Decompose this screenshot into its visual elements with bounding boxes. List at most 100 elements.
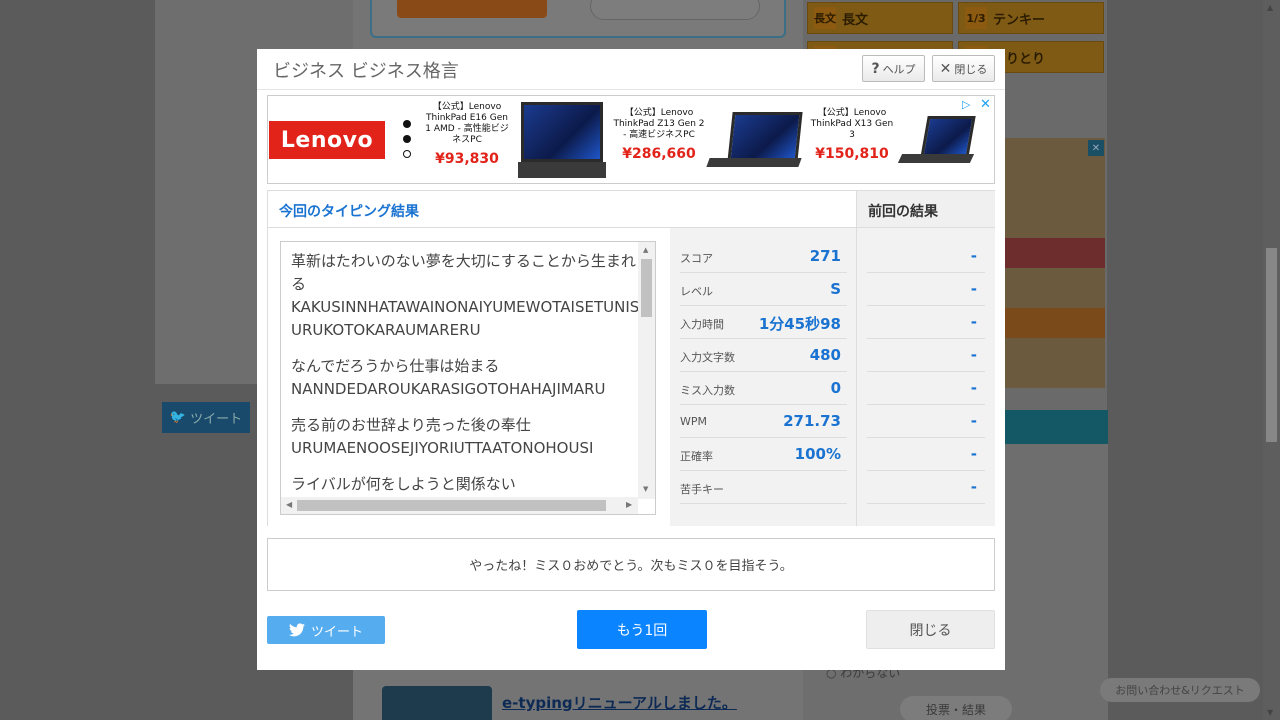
passage: 売る前のお世辞より売った後の奉仕 URUMAENOOSEJIYORIUTTAAT… <box>291 414 641 460</box>
background-news: e-typingリニューアルしました。 <box>372 676 792 720</box>
passage-romaji: NANNDEDAROUKARASIGOTOHAHAJIMARU <box>291 380 606 398</box>
scroll-down-icon[interactable]: ▼ <box>1267 708 1273 717</box>
close-button[interactable]: 閉じる <box>866 610 995 649</box>
scroll-up-icon[interactable]: ▲ <box>1267 3 1273 12</box>
adchoices-icon[interactable]: ▷ <box>962 98 976 112</box>
passage-kana: 売る前のお世辞より売った後の奉仕 <box>291 416 531 434</box>
background-pill <box>590 0 760 20</box>
help-button[interactable]: ? ヘルプ <box>862 55 925 82</box>
background-vote-button: 投票・結果 <box>900 696 1012 720</box>
carousel-dot[interactable] <box>403 120 411 128</box>
stat-input-time: 入力時間 1分45秒98 <box>680 306 847 339</box>
long-text-icon: 長文 <box>814 7 836 29</box>
prev-input-time: - <box>867 306 985 339</box>
page-scroll-thumb[interactable] <box>1266 248 1277 442</box>
product-price: ¥150,810 <box>815 146 889 162</box>
laptop-image[interactable] <box>521 102 603 162</box>
prev-value: - <box>970 313 977 331</box>
prev-value: - <box>970 379 977 397</box>
stat-value: 271 <box>809 247 841 265</box>
tweet-label: ツイート <box>190 412 243 427</box>
tweet-label: ツイート <box>310 624 363 640</box>
ad-close-icon[interactable]: ✕ <box>980 97 994 112</box>
background-side-ad <box>997 138 1105 388</box>
question-icon: ? <box>871 60 880 77</box>
passage-romaji: URUMAENOOSEJIYORIUTTAATONOHOUSI <box>291 439 594 457</box>
typed-text-box[interactable]: 革新はたわいのない夢を大切にすることから生まれる KAKUSINNHATAWAI… <box>280 241 656 515</box>
close-top-button[interactable]: ✕ 閉じる <box>932 55 995 82</box>
tenkey-icon: 1/3 <box>965 7 987 29</box>
current-results-header: 今回のタイピング結果 <box>268 191 857 228</box>
stat-label: スコア <box>680 252 713 265</box>
passage: 革新はたわいのない夢を大切にすることから生まれる KAKUSINNHATAWAI… <box>291 250 641 342</box>
background-start-button <box>397 0 547 18</box>
vertical-scroll-thumb[interactable] <box>641 259 652 317</box>
background-contact-button: お問い合わせ&リクエスト <box>1100 678 1260 702</box>
stat-score: スコア 271 <box>680 240 847 273</box>
current-stats: スコア 271 レベル S 入力時間 1分45秒98 入力文字数 480 ミス入… <box>670 228 857 526</box>
passage: ライバルが何をしようと関係ない <box>291 473 641 496</box>
laptop-image-base <box>518 162 606 178</box>
stat-label: 正確率 <box>680 450 713 463</box>
twitter-bird-icon: 🐦 <box>169 410 187 425</box>
scroll-up-icon[interactable]: ▲ <box>643 246 648 254</box>
passage-kana: ライバルが何をしようと関係ない <box>291 475 516 493</box>
ad-product-3[interactable]: 【公式】Lenovo ThinkPad X13 Gen 3 ¥150,810 <box>808 108 896 162</box>
prev-score: - <box>867 240 985 273</box>
tweet-button[interactable]: ツイート <box>267 616 385 644</box>
lenovo-logo[interactable]: Lenovo <box>269 121 385 159</box>
carousel-dot[interactable] <box>403 150 411 158</box>
stat-label: 入力文字数 <box>680 351 735 364</box>
product-name: 【公式】Lenovo ThinkPad Z13 Gen 2 - 高速ビジネスPC <box>613 108 705 140</box>
stat-wpm: WPM 271.73 <box>680 405 847 438</box>
prev-miss-count: - <box>867 372 985 405</box>
twitter-bird-icon <box>288 623 305 637</box>
prev-weak-keys: - <box>867 471 985 504</box>
etyping-logo <box>382 686 492 720</box>
passage-romaji: KAKUSINNHATAWAINONAIYUMEWOTAISETUNISURUK… <box>291 298 640 339</box>
stat-accuracy: 正確率 100% <box>680 438 847 471</box>
help-label: ヘルプ <box>882 62 916 76</box>
laptop-image[interactable] <box>920 116 976 158</box>
prev-wpm: - <box>867 405 985 438</box>
prev-level: - <box>867 273 985 306</box>
horizontal-scroll-thumb[interactable] <box>297 500 606 511</box>
prev-value: - <box>970 346 977 364</box>
prev-value: - <box>970 280 977 298</box>
stat-label: 苦手キー <box>680 483 724 496</box>
product-price: ¥286,660 <box>622 146 696 162</box>
ad-product-1[interactable]: 【公式】Lenovo ThinkPad E16 Gen 1 AMD - 高性能ビ… <box>422 102 512 166</box>
stat-miss-count: ミス入力数 0 <box>680 372 847 405</box>
ad-product-2[interactable]: 【公式】Lenovo ThinkPad Z13 Gen 2 - 高速ビジネスPC… <box>613 108 705 162</box>
stat-weak-keys: 苦手キー <box>680 471 847 504</box>
retry-button[interactable]: もう1回 <box>577 610 707 649</box>
stat-value: 1分45秒98 <box>758 315 841 333</box>
carousel-dot[interactable] <box>403 135 411 143</box>
previous-results-header: 前回の結果 <box>857 191 995 228</box>
passage-kana: 革新はたわいのない夢を大切にすることから生まれる <box>291 252 636 293</box>
results-panel: 今回のタイピング結果 前回の結果 革新はたわいのない夢を大切にすることから生まれ… <box>267 190 995 526</box>
page-scrollbar[interactable]: ▲ ▼ <box>1263 0 1280 720</box>
background-tile-tenkey: 1/3 テンキー <box>958 2 1104 34</box>
product-name: 【公式】Lenovo ThinkPad E16 Gen 1 AMD - 高性能ビ… <box>425 102 509 145</box>
laptop-image[interactable] <box>727 112 803 162</box>
stat-char-count: 入力文字数 480 <box>680 339 847 372</box>
carousel-dots[interactable] <box>403 120 413 165</box>
text-vertical-scrollbar[interactable]: ▲ ▼ <box>638 242 655 499</box>
stat-value: 0 <box>830 379 841 397</box>
close-icon: ✕ <box>939 60 952 77</box>
scroll-down-icon[interactable]: ▼ <box>643 485 648 493</box>
stat-label: ミス入力数 <box>680 384 735 397</box>
previous-results-title: 前回の結果 <box>868 204 938 220</box>
background-tweet-button: 🐦 ツイート <box>162 402 250 433</box>
ad-banner[interactable]: Lenovo 【公式】Lenovo ThinkPad E16 Gen 1 AMD… <box>267 95 995 184</box>
scroll-right-icon[interactable]: ▶ <box>626 500 632 509</box>
stat-label: レベル <box>680 285 713 298</box>
stat-value: 100% <box>794 445 841 463</box>
passage-kana: なんでだろうから仕事は始まる <box>291 357 500 375</box>
divider <box>257 89 1005 90</box>
text-horizontal-scrollbar[interactable]: ◀ ▶ <box>281 497 638 514</box>
background-tile-long-text: 長文 長文 <box>807 2 953 34</box>
scroll-left-icon[interactable]: ◀ <box>286 500 292 509</box>
laptop-image-base <box>897 154 975 163</box>
